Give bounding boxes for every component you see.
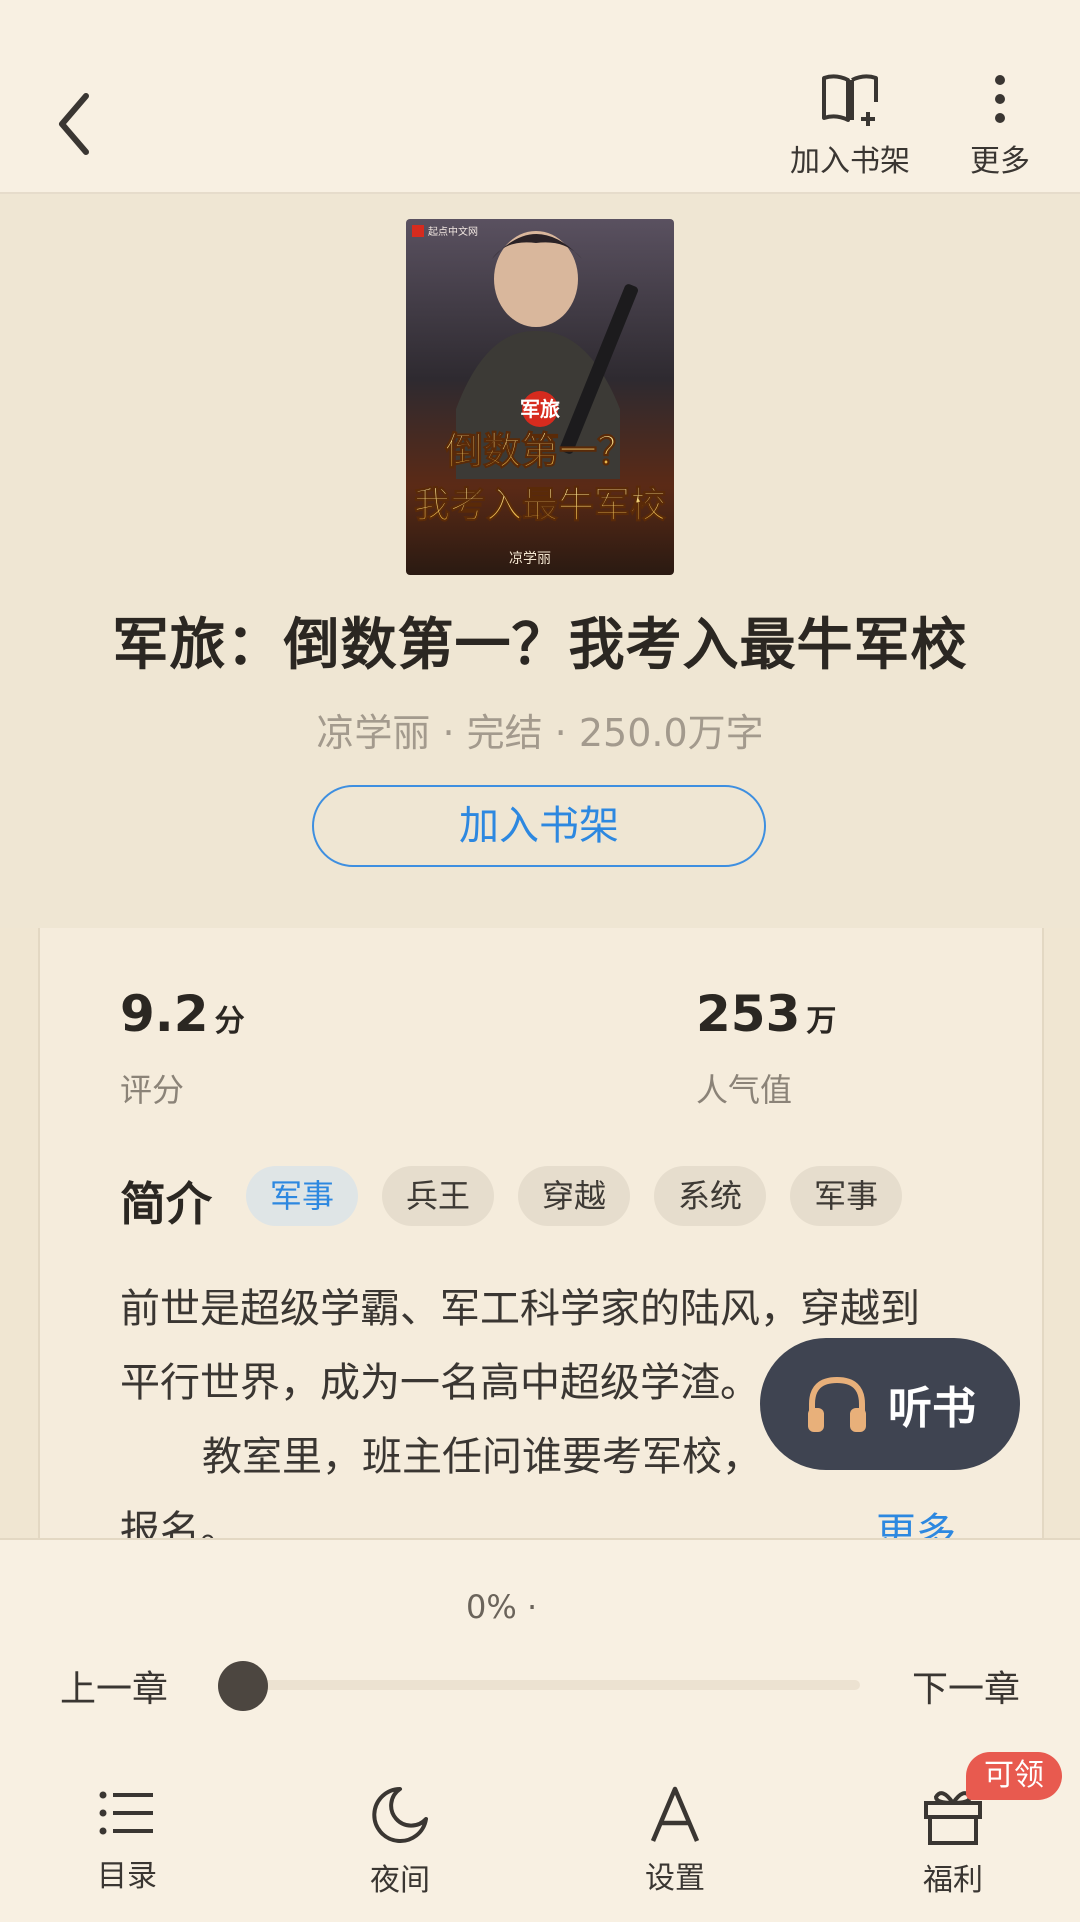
listen-book-button[interactable]: 听书 xyxy=(760,1338,1020,1470)
headphones-icon xyxy=(808,1376,866,1432)
nav-toc[interactable]: 目录 xyxy=(52,1785,202,1895)
nav-night-mode[interactable]: 夜间 xyxy=(325,1785,475,1899)
book-title: 军旅：倒数第一？我考入最牛军校 xyxy=(112,613,968,678)
score-value: 9.2 xyxy=(120,985,209,1043)
book-cover[interactable]: 军旅 倒数第一？ 我考入最牛军校 凉学丽 起点中文网 xyxy=(406,219,674,575)
book-add-icon xyxy=(822,74,878,126)
score-stat: 9.2 分 评分 xyxy=(120,985,245,1111)
score-unit: 分 xyxy=(214,1004,245,1039)
list-icon xyxy=(99,1791,153,1835)
nav-welfare-label: 福利 xyxy=(923,1863,983,1898)
tag-soldier-king[interactable]: 兵王 xyxy=(382,1166,495,1226)
nav-night-label: 夜间 xyxy=(370,1863,430,1898)
moon-icon xyxy=(372,1787,428,1843)
add-to-shelf-label: 加入书架 xyxy=(790,144,910,179)
top-app-bar: 加入书架 更多 xyxy=(0,0,1080,194)
progress-slider-track[interactable] xyxy=(218,1680,860,1690)
nav-toc-label: 目录 xyxy=(97,1859,157,1894)
cover-title-line2: 我考入最牛军校 xyxy=(414,484,666,526)
more-label: 更多 xyxy=(970,144,1030,179)
tag-military-2[interactable]: 军事 xyxy=(790,1166,903,1226)
progress-percent: 0% · xyxy=(466,1588,538,1626)
listen-label: 听书 xyxy=(888,1383,976,1434)
book-cover-image: 军旅 倒数第一？ 我考入最牛军校 凉学丽 起点中文网 xyxy=(406,219,674,575)
welfare-badge: 可领 xyxy=(966,1752,1062,1800)
popularity-stat: 253 万 人气值 xyxy=(696,985,836,1111)
add-to-shelf-button[interactable]: 加入书架 xyxy=(312,785,766,867)
back-button[interactable] xyxy=(52,88,108,160)
chevron-left-icon xyxy=(59,93,89,155)
cover-publisher: 起点中文网 xyxy=(428,225,478,238)
cover-author: 凉学丽 xyxy=(509,551,551,567)
prev-chapter-button[interactable]: 上一章 xyxy=(60,1660,168,1712)
nav-welfare[interactable]: 福利 xyxy=(878,1785,1028,1899)
book-meta: 凉学丽 · 完结 · 250.0万字 xyxy=(316,711,764,755)
intro-heading: 简介 xyxy=(120,1177,212,1231)
genre-tags: 军事 兵王 穿越 系统 军事 xyxy=(246,1166,903,1226)
popularity-value: 253 xyxy=(696,985,801,1043)
score-caption: 评分 xyxy=(120,1071,185,1109)
cover-title-line1: 倒数第一？ xyxy=(444,428,635,473)
popularity-unit: 万 xyxy=(806,1004,837,1039)
font-settings-icon xyxy=(650,1786,700,1842)
tag-time-travel[interactable]: 穿越 xyxy=(518,1166,631,1226)
add-to-shelf-action[interactable]: 加入书架 xyxy=(785,72,915,180)
popularity-caption: 人气值 xyxy=(696,1071,793,1109)
more-action[interactable]: 更多 xyxy=(955,72,1045,180)
tag-system[interactable]: 系统 xyxy=(654,1166,767,1226)
nav-settings[interactable]: 设置 xyxy=(600,1785,750,1897)
cover-badge-text: 军旅 xyxy=(520,397,560,421)
next-chapter-button[interactable]: 下一章 xyxy=(912,1660,1020,1712)
progress-slider-thumb[interactable] xyxy=(218,1661,268,1711)
tag-military[interactable]: 军事 xyxy=(246,1166,359,1226)
more-vertical-icon xyxy=(995,75,1005,123)
synopsis-line: 前世是超级学霸、军工科学家的陆风，穿越到 xyxy=(120,1286,920,1332)
nav-settings-label: 设置 xyxy=(645,1861,705,1896)
